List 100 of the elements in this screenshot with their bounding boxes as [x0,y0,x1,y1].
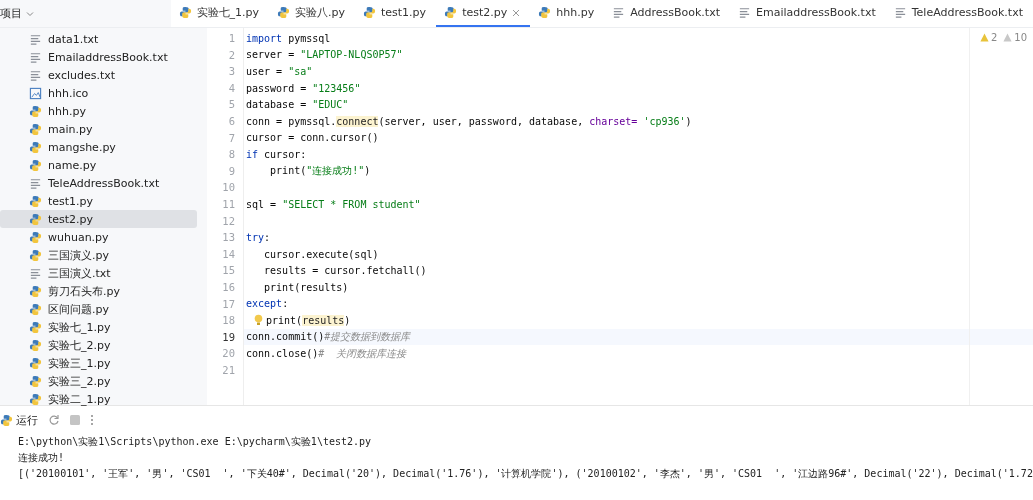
console-output-line: [('20100101', '王军', '男', 'CS01 ', '下关40#', Decimal('20'), Decimal('1.76'), '计算机学院'), ('20100102', '李杰', '男', 'CS01 ', '江边路96#', Decimal('22'), Decimal('1.72 [18,468,1033,479]
python-file-icon [178,6,192,19]
line-number: 15 [221,263,236,279]
file-tree-item[interactable]: data1.txt [0,30,197,48]
line-number: 18 [221,313,236,329]
text-file-icon [29,68,42,82]
python-file-icon [29,356,42,370]
file-tree-item[interactable]: hhh.ico [0,84,197,102]
line-number: 9 [227,163,236,179]
file-tree-item[interactable]: wuhuan.py [0,228,197,246]
text-file-icon [893,6,907,19]
code-line: print(results) [263,281,349,293]
weak-warning-icon[interactable] [1003,33,1013,42]
python-file-icon [29,320,42,334]
file-tree-item[interactable]: 实验七_1.py [0,318,197,336]
text-file-icon [29,266,42,280]
line-number: 1 [227,31,236,46]
editor-tab[interactable]: 实验八.py [269,0,355,27]
editor-tab[interactable]: test1.py [355,0,437,27]
line-number: 3 [227,64,236,80]
python-file-icon [363,6,376,19]
code-line: user = "sa" [246,66,313,77]
code-line: results = cursor.fetchall() [263,265,427,277]
code-line: password = "123456" [246,82,361,94]
python-file-icon [29,284,42,298]
python-file-icon [29,392,42,406]
chevron-down-icon[interactable] [26,9,34,18]
console-output-line: 连接成功! [18,452,65,463]
python-file-icon [29,140,42,154]
code-line: import pymssql [246,32,331,44]
file-tree-item[interactable]: EmailaddressBook.txt [0,48,197,66]
python-file-icon [29,158,42,172]
line-number: 10 [221,180,236,196]
code-line: try: [246,231,271,243]
editor-tab[interactable]: test2.py [436,0,531,27]
code-line: server = "LAPTOP-NLQS0P57" [246,49,403,61]
file-tree-item[interactable]: test1.py [0,192,197,210]
file-tree-item[interactable]: 三国演义.txt [0,264,197,282]
line-number: 14 [221,246,236,262]
file-tree-item[interactable]: mangshe.py [0,138,197,156]
line-number: 16 [221,279,236,295]
python-file-icon [29,248,42,262]
file-tree-item[interactable]: excludes.txt [0,66,197,84]
code-line: conn.commit()#提交数据到数据库 [246,330,411,344]
editor-tab[interactable]: TeleAddressBook.txt [885,0,1033,27]
rerun-icon[interactable] [48,414,60,426]
file-tree-item[interactable]: 区间问题.py [0,300,197,318]
warning-count[interactable]: 2 [990,32,998,43]
file-tree-item[interactable]: name.py [0,156,197,174]
line-number: 5 [227,97,236,113]
more-icon[interactable] [90,414,94,426]
file-tree-item[interactable]: 实验七_2.py [0,336,197,354]
line-number: 12 [221,213,236,229]
stop-icon[interactable] [70,415,80,425]
lightbulb-icon[interactable] [254,314,263,327]
code-line: database = "EDUC" [246,99,349,111]
console-output-line: E:\python\实验1\Scripts\python.exe E:\pycharm\实验1\test2.py [18,436,372,447]
python-file-icon [29,212,42,226]
text-file-icon [29,32,42,46]
python-file-icon [0,413,13,427]
file-tree-item[interactable]: 实验三_1.py [0,354,197,372]
code-line: except: [246,298,289,310]
python-file-icon [277,6,290,19]
editor-tab[interactable]: 实验七_1.py [170,0,269,27]
python-file-icon [29,230,42,244]
file-tree-item[interactable]: 实验三_2.py [0,372,197,390]
editor-tab[interactable]: EmailaddressBook.txt [730,0,886,27]
code-line: print("连接成功!") [269,164,371,179]
project-panel-title[interactable]: 项目 [0,6,22,21]
file-tree-item[interactable]: test2.py [0,210,197,228]
code-line: print(results) [266,314,351,326]
editor-tab[interactable]: AddressBook.txt [604,0,730,27]
code-line: cursor.execute(sql) [263,248,379,260]
file-tree-item[interactable]: hhh.py [0,102,197,120]
file-tree-item[interactable]: 剪刀石头布.py [0,282,197,300]
file-tree-item[interactable]: 三国演义.py [0,246,197,264]
editor-tab[interactable]: hhh.py [530,0,605,27]
python-file-icon [29,302,42,316]
python-file-icon [29,194,42,208]
line-number: 19 [221,329,236,345]
python-file-icon [29,122,42,136]
text-file-icon [738,6,751,19]
file-tree-item[interactable]: main.py [0,120,197,138]
line-number: 8 [227,147,236,163]
file-tree-item[interactable]: TeleAddressBook.txt [0,174,197,192]
code-line: conn.close()# 关闭数据库连接 [246,346,407,361]
python-file-icon [29,374,42,388]
warning-icon[interactable] [979,33,989,42]
line-number: 2 [227,47,236,63]
weak-warning-count[interactable]: 10 [1014,32,1027,43]
line-number: 13 [221,230,236,246]
code-line: cursor = conn.cursor() [246,132,379,144]
python-file-icon [538,6,552,19]
file-tree-item[interactable]: 实验二_1.py [0,390,197,408]
python-file-icon [29,104,42,118]
close-icon[interactable] [512,8,521,17]
run-tab[interactable]: 运行 [16,412,38,428]
line-number: 20 [221,346,236,362]
text-file-icon [612,6,626,19]
line-number: 6 [227,113,236,129]
